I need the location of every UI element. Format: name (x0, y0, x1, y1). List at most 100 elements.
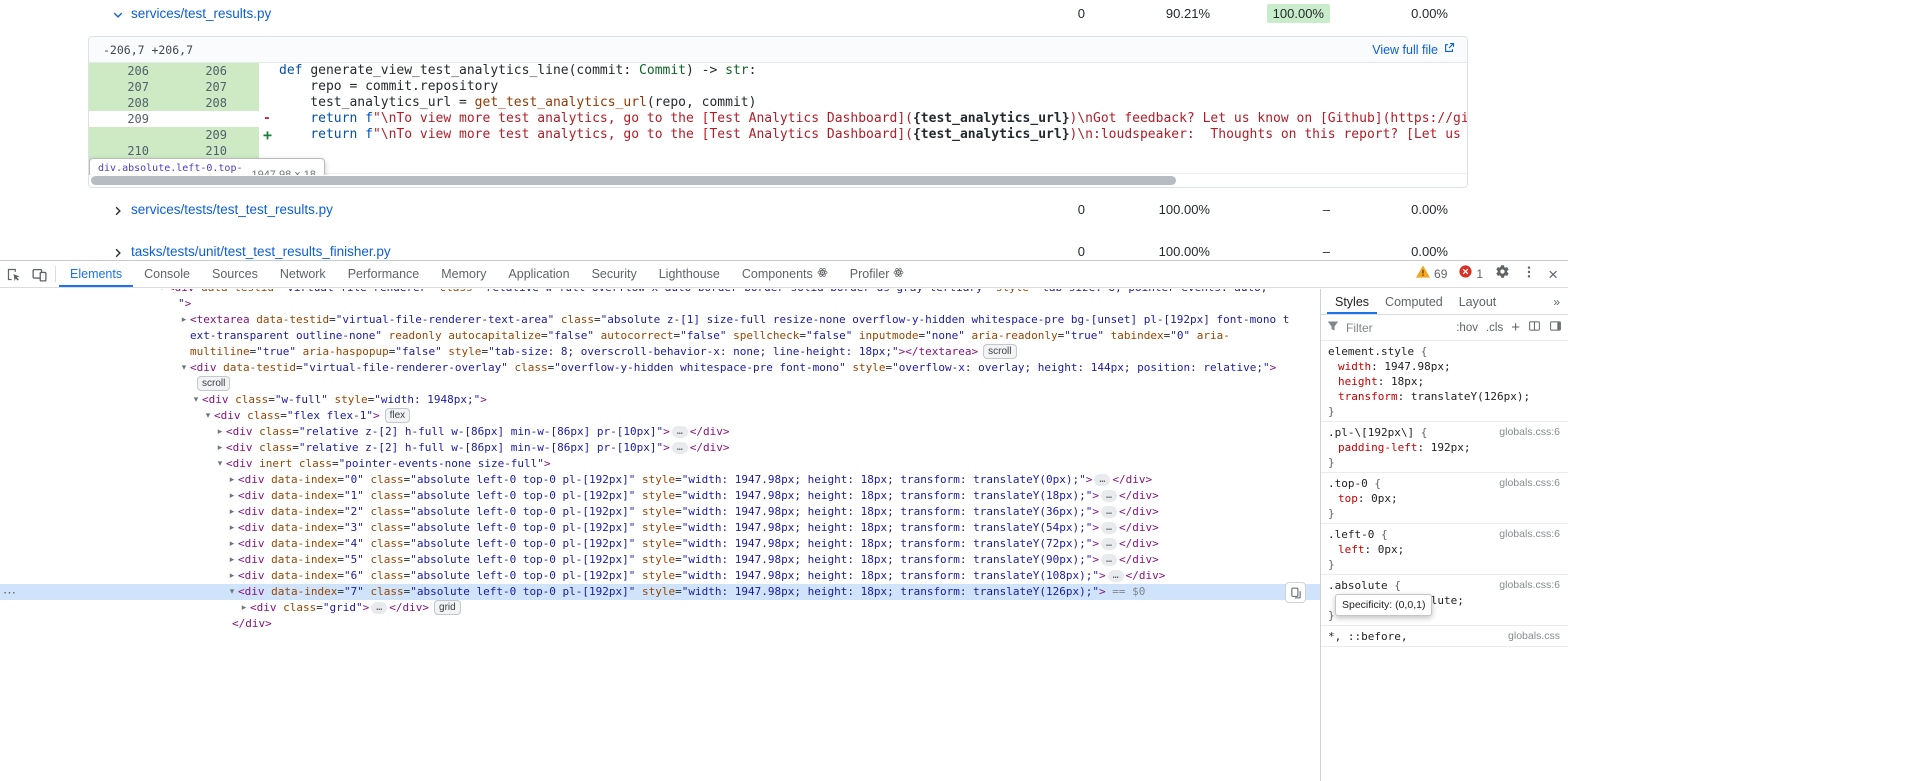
element-action-button[interactable] (1285, 582, 1306, 603)
elements-tree-line[interactable]: ▸ <div data-index="2" class="absolute lef… (0, 504, 1320, 520)
expand-chevron-icon[interactable] (112, 204, 124, 222)
elements-tree-line[interactable]: ▸ <textarea data-testid="virtual-file-ren… (0, 312, 1320, 328)
more-tabs-icon[interactable]: » (1553, 295, 1568, 309)
css-selector[interactable]: *, ::before, (1328, 630, 1407, 643)
expand-arrow-right-icon[interactable]: ▸ (214, 424, 226, 440)
close-devtools-icon[interactable]: × (1548, 266, 1558, 283)
collapsed-content-ellipsis[interactable]: … (1101, 506, 1118, 518)
expand-chevron-icon[interactable] (112, 246, 124, 260)
warnings-counter[interactable]: 69 (1416, 265, 1447, 283)
devtools-tab-elements[interactable]: Elements (59, 261, 133, 287)
computed-styles-icon[interactable] (1528, 320, 1541, 335)
expand-arrow-right-icon[interactable]: ▸ (214, 440, 226, 456)
class-toggle[interactable]: .cls (1486, 322, 1503, 334)
expand-arrow-right-icon[interactable]: ▸ (226, 552, 238, 568)
filter-input[interactable]: Filter (1346, 321, 1373, 335)
collapsed-content-ellipsis[interactable]: … (371, 602, 388, 614)
devtools-tab-components[interactable]: Components (731, 261, 839, 287)
elements-tree-line[interactable]: ▸ <div data-index="4" class="absolute lef… (0, 536, 1320, 552)
expand-arrow-down-icon[interactable]: ▾ (226, 584, 238, 600)
collapsed-content-ellipsis[interactable]: … (1101, 490, 1118, 502)
collapsed-content-ellipsis[interactable]: … (1101, 522, 1118, 534)
new-style-rule-button[interactable]: + (1511, 319, 1520, 336)
collapsed-content-ellipsis[interactable]: … (1107, 570, 1124, 582)
expand-arrow-right-icon[interactable]: ▸ (226, 488, 238, 504)
elements-tree-line[interactable]: ▸ <div class="relative z-[2] h-full w-[86… (0, 424, 1320, 440)
view-full-file-link[interactable]: View full file (1372, 42, 1455, 57)
inspect-element-icon[interactable] (0, 261, 26, 288)
devtools-tab-lighthouse[interactable]: Lighthouse (648, 261, 731, 287)
errors-counter[interactable]: 1 (1459, 265, 1483, 283)
grid-badge[interactable]: grid (434, 600, 461, 615)
settings-gear-icon[interactable] (1495, 264, 1510, 284)
expand-arrow-right-icon[interactable]: ▸ (226, 472, 238, 488)
scrollbar-thumb[interactable] (91, 176, 1176, 185)
elements-tree-line[interactable]: ext-transparent outline-none" readonly a… (0, 328, 1320, 344)
elements-tree-line[interactable]: ▸ <div data-index="3" class="absolute lef… (0, 520, 1320, 536)
collapsed-content-ellipsis[interactable]: … (671, 426, 688, 438)
elements-tree-line[interactable]: "> (0, 296, 1320, 312)
elements-tree-line[interactable]: ▸ <div class="grid">… </div> grid (0, 600, 1320, 616)
css-selector[interactable]: .absolute (1328, 579, 1388, 592)
devtools-tab-profiler[interactable]: Profiler (839, 261, 916, 287)
css-selector[interactable]: .pl-\[192px\] (1328, 426, 1414, 439)
collapsed-content-ellipsis[interactable]: … (671, 442, 688, 454)
elements-tree-line[interactable]: ▸ <div data-index="5" class="absolute lef… (0, 552, 1320, 568)
css-property[interactable]: transform: translateY(126px); (1328, 389, 1562, 404)
stylesheet-link[interactable]: globals.css:6 (1499, 476, 1560, 491)
css-property[interactable]: height: 18px; (1328, 374, 1562, 389)
expand-arrow-right-icon[interactable]: ▸ (226, 536, 238, 552)
tab-computed[interactable]: Computed (1377, 290, 1451, 314)
collapse-chevron-icon[interactable] (112, 8, 124, 26)
elements-tree-line[interactable]: ▾ <div data-index="7" class="absolute lef… (0, 584, 1320, 600)
elements-tree-line[interactable]: ▾ <div class="w-full" style="width: 1948p… (0, 392, 1320, 408)
collapsed-content-ellipsis[interactable]: … (1101, 554, 1118, 566)
expand-arrow-down-icon[interactable]: ▾ (190, 392, 202, 408)
elements-tree-line[interactable]: scroll (0, 376, 1320, 392)
expand-arrow-right-icon[interactable]: ▸ (226, 504, 238, 520)
kebab-menu-icon[interactable] (1522, 265, 1536, 284)
devtools-tab-application[interactable]: Application (497, 261, 580, 287)
elements-tree-line[interactable]: ▾ <div inert class="pointer-events-none s… (0, 456, 1320, 472)
expand-arrow-down-icon[interactable]: ▾ (156, 289, 168, 296)
css-property[interactable]: left: 0px; (1328, 542, 1562, 557)
expand-arrow-right-icon[interactable]: ▸ (178, 312, 190, 328)
file-link[interactable]: tasks/tests/unit/test_test_results_finis… (131, 244, 391, 259)
file-link[interactable]: services/test_results.py (131, 6, 271, 21)
expand-arrow-right-icon[interactable]: ▸ (226, 568, 238, 584)
elements-tree-line[interactable]: ▸ <div data-index="1" class="absolute lef… (0, 488, 1320, 504)
tab-layout[interactable]: Layout (1451, 290, 1505, 314)
elements-tree-line[interactable]: ▾<div data-testid="virtual-file-renderer… (0, 289, 1320, 296)
expand-arrow-right-icon[interactable]: ▸ (238, 600, 250, 616)
scroll-badge[interactable]: scroll (197, 376, 231, 391)
elements-tree-line[interactable]: ▸ <div class="relative z-[2] h-full w-[86… (0, 440, 1320, 456)
css-property[interactable]: top: 0px; (1328, 491, 1562, 506)
css-selector[interactable]: .top-0 (1328, 477, 1368, 490)
devtools-tab-sources[interactable]: Sources (201, 261, 269, 287)
file-link[interactable]: services/tests/test_test_results.py (131, 202, 333, 217)
css-selector[interactable]: element.style (1328, 345, 1414, 358)
flex-badge[interactable]: flex (384, 408, 411, 423)
dock-panel-icon[interactable] (1549, 320, 1562, 335)
css-selector[interactable]: .left-0 (1328, 528, 1374, 541)
elements-tree-line[interactable]: multiline="true" aria-haspopup="false" s… (0, 344, 1320, 360)
collapsed-content-ellipsis[interactable]: … (1101, 538, 1118, 550)
stylesheet-link[interactable]: globals.css (1508, 629, 1560, 644)
horizontal-scrollbar[interactable] (89, 173, 1467, 187)
elements-tree-line[interactable]: ▾<div data-testid="virtual-file-renderer… (0, 360, 1320, 376)
devtools-tab-security[interactable]: Security (581, 261, 648, 287)
expand-arrow-right-icon[interactable]: ▸ (226, 520, 238, 536)
css-property[interactable]: width: 1947.98px; (1328, 359, 1562, 374)
scroll-badge[interactable]: scroll (983, 344, 1017, 359)
pseudo-state-toggle[interactable]: :hov (1456, 322, 1478, 334)
devtools-tab-performance[interactable]: Performance (337, 261, 431, 287)
stylesheet-link[interactable]: globals.css:6 (1499, 425, 1560, 440)
collapsed-content-ellipsis[interactable]: … (1094, 474, 1111, 486)
stylesheet-link[interactable]: globals.css:6 (1499, 527, 1560, 542)
elements-tree-line[interactable]: ▸ <div data-index="6" class="absolute lef… (0, 568, 1320, 584)
element-more-actions-button[interactable]: ⋯ (3, 585, 17, 601)
tab-styles[interactable]: Styles (1327, 290, 1377, 314)
devtools-tab-console[interactable]: Console (133, 261, 201, 287)
expand-arrow-down-icon[interactable]: ▾ (178, 360, 190, 376)
stylesheet-link[interactable]: globals.css:6 (1499, 578, 1560, 593)
